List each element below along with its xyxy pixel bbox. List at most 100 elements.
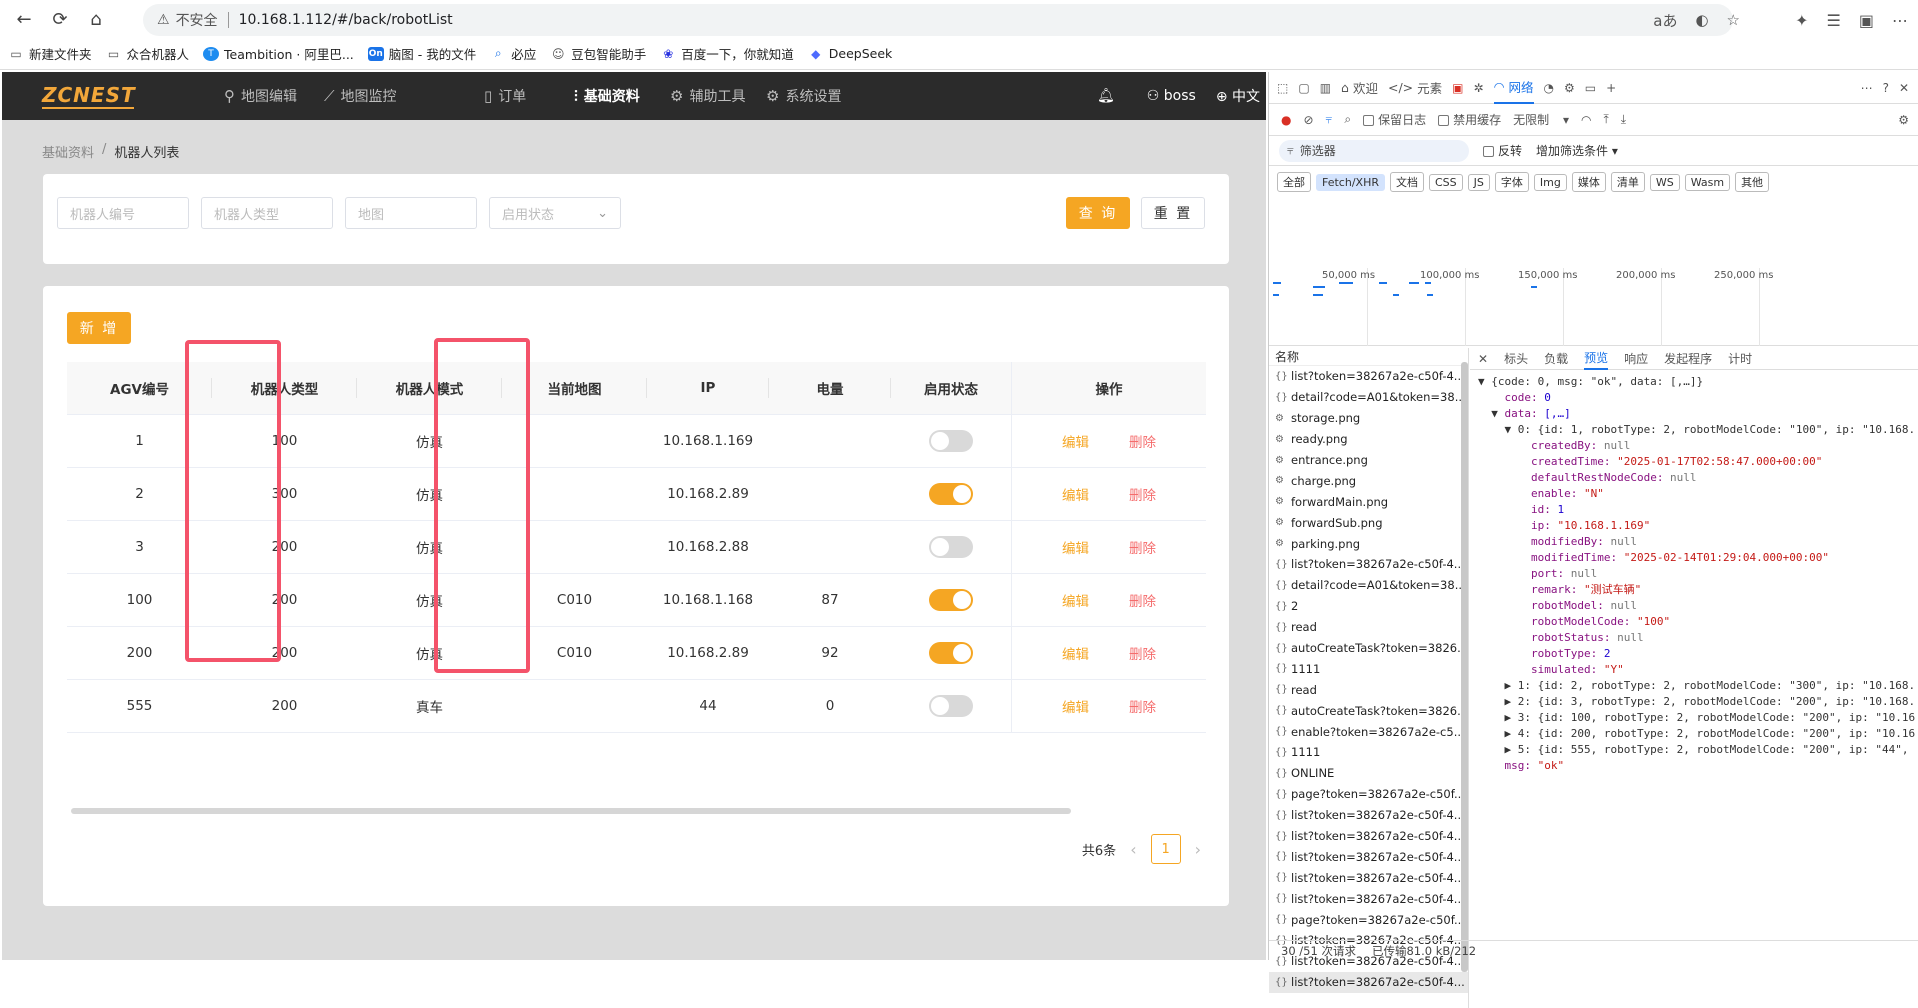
device-icon[interactable]: ▢	[1298, 81, 1309, 95]
menu-map-monitor[interactable]: ⟋ 地图监控	[324, 86, 436, 106]
search-icon[interactable]: ⌕	[1344, 112, 1351, 127]
bookmark-mindmap[interactable]: On 脑图 - 我的文件	[367, 44, 476, 63]
request-row[interactable]: {} autoCreateTask?token=3826...	[1269, 700, 1468, 721]
bookmark-baidu[interactable]: ❀ 百度一下，你就知道	[660, 44, 794, 63]
menu-orders[interactable]: ▯ 订单	[484, 86, 574, 106]
json-line[interactable]: ▼ 0: {id: 1, robotType: 2, robotModelCod…	[1478, 422, 1918, 438]
bookmark-bing[interactable]: ⌕ 必应	[490, 44, 536, 63]
json-line[interactable]: ▶ 3: {id: 100, robotType: 2, robotModelC…	[1478, 710, 1918, 726]
request-list-scrollbar[interactable]	[1461, 362, 1468, 992]
delete-link[interactable]: 删除	[1129, 431, 1156, 451]
request-row[interactable]: {} detail?code=A01&token=38...	[1269, 387, 1468, 408]
more-menu-icon[interactable]: ⋯	[1892, 11, 1908, 30]
close-icon[interactable]: ✕	[1478, 352, 1488, 366]
scrollbar-thumb[interactable]	[1461, 362, 1468, 972]
enable-toggle[interactable]	[929, 430, 973, 452]
detail-tab[interactable]: 响应	[1624, 350, 1648, 367]
detail-tab[interactable]: 负载	[1544, 350, 1568, 367]
more-menu-icon[interactable]: ⋯	[1861, 81, 1873, 95]
clear-icon[interactable]: ⊘	[1303, 113, 1313, 127]
inspect-icon[interactable]: ⬚	[1277, 81, 1288, 95]
detail-tab[interactable]: 标头	[1504, 350, 1528, 367]
devtools-tab-network[interactable]: ◠ 网络	[1493, 72, 1534, 104]
type-filter-chip[interactable]: 其他	[1735, 172, 1770, 192]
type-filter-chip[interactable]: 全部	[1277, 172, 1311, 192]
menu-map-edit[interactable]: ⚲ 地图编辑	[224, 86, 336, 106]
upload-icon[interactable]: ⤒	[1603, 112, 1608, 127]
application-icon[interactable]: ▭	[1585, 81, 1596, 95]
request-row[interactable]: {} ONLINE	[1269, 763, 1468, 784]
favorites-list-icon[interactable]: ☰	[1827, 11, 1841, 30]
robot-code-input[interactable]: 机器人编号	[57, 197, 189, 229]
request-row[interactable]: ⚙ parking.png	[1269, 533, 1468, 554]
request-row[interactable]: {} list?token=38267a2e-c50f-4...	[1269, 554, 1468, 575]
enable-toggle[interactable]	[929, 589, 973, 611]
edit-link[interactable]: 编辑	[1062, 590, 1089, 610]
delete-link[interactable]: 删除	[1129, 484, 1156, 504]
read-aloud-icon[interactable]: aあ	[1653, 10, 1677, 31]
query-button[interactable]: 查 询	[1066, 197, 1130, 229]
json-line[interactable]: ▶ 2: {id: 3, robotType: 2, robotModelCod…	[1478, 694, 1918, 710]
bookmark-deepseek[interactable]: ◆ DeepSeek	[808, 46, 892, 61]
edit-link[interactable]: 编辑	[1062, 431, 1089, 451]
edit-link[interactable]: 编辑	[1062, 484, 1089, 504]
type-filter-chip[interactable]: JS	[1467, 173, 1490, 191]
more-filters-dropdown[interactable]: 增加筛选条件 ▾	[1536, 142, 1618, 159]
record-stop-icon[interactable]: ●	[1281, 113, 1291, 127]
request-row[interactable]: {} list?token=38267a2e-c50f-4...	[1269, 971, 1468, 993]
json-line[interactable]: ▶ 4: {id: 200, robotType: 2, robotModelC…	[1478, 726, 1918, 742]
type-filter-chip[interactable]: 文档	[1389, 172, 1424, 192]
name-column-header[interactable]: 名称	[1269, 348, 1468, 366]
status-select[interactable]: 启用状态 ⌄	[489, 197, 621, 229]
enable-toggle[interactable]	[929, 536, 973, 558]
request-row[interactable]: {} page?token=38267a2e-c50f...	[1269, 784, 1468, 805]
request-row[interactable]: {} enable?token=38267a2e-c5...	[1269, 721, 1468, 742]
user-menu[interactable]: ⚇ boss	[1147, 88, 1196, 104]
edit-link[interactable]: 编辑	[1062, 537, 1089, 557]
address-bar[interactable]: ⚠ 不安全 10.168.1.112/#/back/robotList	[143, 4, 1733, 36]
request-row[interactable]: ⚙ charge.png	[1269, 470, 1468, 491]
request-row[interactable]: {} page?token=38267a2e-c50f...	[1269, 909, 1468, 930]
delete-link[interactable]: 删除	[1129, 696, 1156, 716]
menu-settings[interactable]: ⚙ 系统设置	[766, 86, 876, 106]
robot-type-input[interactable]: 机器人类型	[201, 197, 333, 229]
devtools-tab-welcome[interactable]: ⌂ 欢迎	[1341, 78, 1378, 97]
table-horizontal-scrollbar[interactable]	[67, 808, 1206, 814]
detail-tab[interactable]: 预览	[1584, 348, 1609, 370]
scrollbar-thumb[interactable]	[71, 808, 1071, 814]
json-line[interactable]: ▶ 1: {id: 2, robotType: 2, robotModelCod…	[1478, 678, 1918, 694]
json-line[interactable]: ▶ 5: {id: 555, robotType: 2, robotModelC…	[1478, 742, 1918, 758]
delete-link[interactable]: 删除	[1129, 590, 1156, 610]
request-row[interactable]: {} list?token=38267a2e-c50f-4...	[1269, 826, 1468, 847]
performance-icon[interactable]: ◔	[1544, 81, 1554, 95]
next-page-icon[interactable]: ›	[1195, 840, 1201, 859]
menu-basic-data[interactable]: ⫶ 基础资料	[574, 86, 674, 106]
type-filter-chip[interactable]: Wasm	[1684, 173, 1731, 191]
map-input[interactable]: 地图	[345, 197, 477, 229]
request-row[interactable]: {} list?token=38267a2e-c50f-4...	[1269, 366, 1468, 387]
plus-icon[interactable]: +	[1606, 81, 1616, 95]
request-row[interactable]: {} 2	[1269, 596, 1468, 617]
bookmark-doubao[interactable]: ☺ 豆包智能助手	[550, 44, 646, 63]
json-line[interactable]: ▼ {code: 0, msg: "ok", data: [,…]}	[1478, 374, 1918, 390]
request-row[interactable]: ⚙ ready.png	[1269, 429, 1468, 450]
reload-icon[interactable]: ⟳	[44, 3, 76, 35]
collections-icon[interactable]: ▣	[1859, 11, 1874, 30]
delete-link[interactable]: 删除	[1129, 537, 1156, 557]
type-filter-chip[interactable]: 媒体	[1571, 172, 1606, 192]
request-row[interactable]: ⚙ entrance.png	[1269, 450, 1468, 471]
request-row[interactable]: ⚙ forwardMain.png	[1269, 491, 1468, 512]
enable-toggle[interactable]	[929, 483, 973, 505]
request-row[interactable]: {} list?token=38267a2e-c50f-4...	[1269, 846, 1468, 867]
home-icon[interactable]: ⌂	[80, 3, 112, 35]
sidebar-icon[interactable]: ▥	[1320, 81, 1331, 95]
breadcrumb-parent[interactable]: 基础资料	[42, 142, 94, 161]
gear-icon[interactable]: ⚙	[1564, 81, 1575, 95]
add-button[interactable]: 新 增	[67, 312, 131, 344]
type-filter-chip[interactable]: Img	[1533, 173, 1567, 191]
favorite-star-icon[interactable]: ☆	[1727, 11, 1740, 29]
type-filter-chip[interactable]: 字体	[1494, 172, 1529, 192]
download-icon[interactable]: ⤓	[1621, 112, 1626, 127]
menu-tools[interactable]: ⚙ 辅助工具	[670, 86, 770, 106]
json-line[interactable]: ▼ data: [,…]	[1478, 406, 1918, 422]
